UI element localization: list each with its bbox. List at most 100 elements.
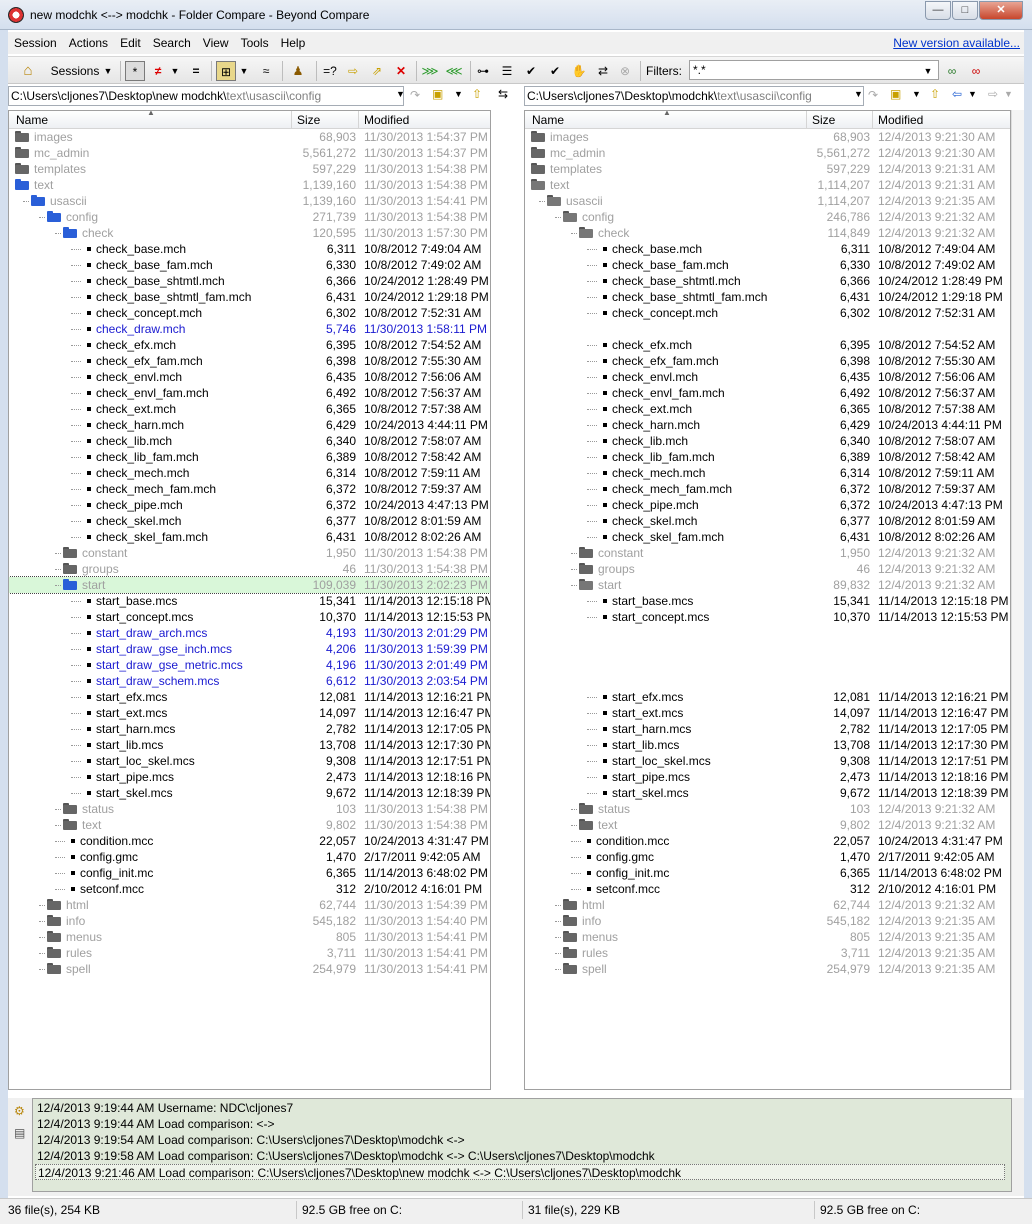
minor-icon[interactable]: ≈ (258, 61, 274, 81)
file-row[interactable]: check_skel.mch 6,377 10/8/2012 8:01:59 AM (9, 513, 490, 529)
menu-session[interactable]: Session (8, 32, 63, 50)
file-row[interactable]: start_efx.mcs 12,081 11/14/2013 12:16:21 P… (525, 689, 1010, 705)
file-row[interactable]: start_lib.mcs 13,708 11/14/2013 12:17:30 P… (9, 737, 490, 753)
folder-row[interactable]: html 62,744 12/4/2013 9:21:32 AM (525, 897, 1010, 913)
file-row[interactable]: start_draw_gse_inch.mcs 4,206 11/30/2013 1… (9, 641, 490, 657)
right-up-folder-icon[interactable]: ⇧ (930, 87, 940, 101)
copy-right-icon[interactable]: ⇨ (344, 61, 362, 81)
folder-row[interactable]: mc_admin 5,561,272 11/30/2013 1:54:37 PM (9, 145, 490, 161)
folder-row[interactable]: status 103 11/30/2013 1:54:38 PM (9, 801, 490, 817)
file-row[interactable]: check_envl_fam.mch 6,492 10/8/2012 7:56:37… (9, 385, 490, 401)
menu-edit[interactable]: Edit (114, 32, 147, 50)
file-row[interactable]: check_base_fam.mch 6,330 10/8/2012 7:49:02… (525, 257, 1010, 273)
right-browse-folder-icon[interactable]: ▣ (890, 87, 901, 101)
filters-input[interactable]: *.* (689, 60, 939, 80)
file-row[interactable]: start_harn.mcs 2,782 11/14/2013 12:17:05 P… (9, 721, 490, 737)
gear-icon[interactable]: ⚙ (14, 1104, 25, 1118)
file-row[interactable]: check_lib_fam.mch 6,389 10/8/2012 7:58:42 … (9, 449, 490, 465)
folder-row[interactable]: info 545,182 12/4/2013 9:21:35 AM (525, 913, 1010, 929)
folder-row[interactable]: config 271,739 11/30/2013 1:54:38 PM (9, 209, 490, 225)
file-row[interactable]: check_efx.mch 6,395 10/8/2012 7:54:52 AM (9, 337, 490, 353)
file-row[interactable]: check_pipe.mch 6,372 10/24/2013 4:47:13 PM (525, 497, 1010, 513)
chevron-down-icon[interactable]: ▼ (170, 61, 180, 81)
show-structure-icon[interactable]: ⊞ (216, 61, 236, 81)
file-row[interactable]: check_mech.mch 6,314 10/8/2012 7:59:11 AM (9, 465, 490, 481)
left-col-name[interactable]: Name (16, 113, 48, 127)
right-col-name[interactable]: Name (532, 113, 564, 127)
stop-icon[interactable]: ⊗ (616, 61, 634, 81)
folder-row[interactable]: constant 1,950 11/30/2013 1:54:38 PM (9, 545, 490, 561)
file-row[interactable]: start_loc_skel.mcs 9,308 11/14/2013 12:17:… (9, 753, 490, 769)
file-row[interactable]: check_skel_fam.mch 6,431 10/8/2012 8:02:26… (525, 529, 1010, 545)
minimize-button[interactable]: — (925, 1, 951, 20)
folder-row[interactable]: spell 254,979 11/30/2013 1:54:41 PM (9, 961, 490, 977)
swap-icon[interactable]: ⇄ (594, 61, 612, 81)
file-row[interactable]: start_loc_skel.mcs 9,308 11/14/2013 12:17:… (525, 753, 1010, 769)
file-row[interactable]: check_efx_fam.mch 6,398 10/8/2012 7:55:30 … (525, 353, 1010, 369)
move-icon[interactable]: ⇗ (368, 61, 386, 81)
file-row[interactable]: check_skel.mch 6,377 10/8/2012 8:01:59 AM (525, 513, 1010, 529)
swap-sides-icon[interactable]: ⇆ (498, 87, 508, 101)
file-row[interactable]: start_skel.mcs 9,672 11/14/2013 12:18:39 P… (525, 785, 1010, 801)
file-row[interactable]: check_base.mch 6,311 10/8/2012 7:49:04 AM (525, 241, 1010, 257)
show-diffs-icon[interactable]: ≠ (150, 61, 166, 81)
empty-row[interactable] (525, 673, 1010, 689)
chevron-down-icon[interactable]: ▼ (912, 89, 921, 99)
file-row[interactable]: start_ext.mcs 14,097 11/14/2013 12:16:47 P… (9, 705, 490, 721)
file-row[interactable]: check_mech_fam.mch 6,372 10/8/2012 7:59:37… (525, 481, 1010, 497)
file-row[interactable]: check_base_shtmtl.mch 6,366 10/24/2012 1:2… (9, 273, 490, 289)
file-row[interactable]: check_base.mch 6,311 10/8/2012 7:49:04 AM (9, 241, 490, 257)
folder-row[interactable]: images 68,903 12/4/2013 9:21:30 AM (525, 129, 1010, 145)
expand-icon[interactable]: ⊶ (474, 61, 492, 81)
compare-contents-icon[interactable]: =? (320, 61, 340, 81)
close-button[interactable]: ✕ (979, 1, 1023, 20)
left-col-modified[interactable]: Modified (364, 113, 409, 127)
empty-row[interactable] (525, 321, 1010, 337)
file-row[interactable]: check_ext.mch 6,365 10/8/2012 7:57:38 AM (9, 401, 490, 417)
empty-row[interactable] (525, 641, 1010, 657)
sessions-button[interactable]: Sessions (50, 61, 100, 81)
folder-row[interactable]: rules 3,711 11/30/2013 1:54:41 PM (9, 945, 490, 961)
file-row[interactable]: check_lib_fam.mch 6,389 10/8/2012 7:58:42 … (525, 449, 1010, 465)
folder-row[interactable]: menus 805 12/4/2013 9:21:35 AM (525, 929, 1010, 945)
file-row[interactable]: condition.mcc 22,057 10/24/2013 4:31:47 PM (525, 833, 1010, 849)
file-row[interactable]: check_envl_fam.mch 6,492 10/8/2012 7:56:37… (525, 385, 1010, 401)
right-col-size[interactable]: Size (812, 113, 835, 127)
right-go-icon[interactable]: ↷ (868, 88, 878, 102)
copy-to-left-icon[interactable]: ⋘ (444, 61, 464, 81)
file-row[interactable]: start_concept.mcs 10,370 11/14/2013 12:15:… (525, 609, 1010, 625)
chevron-down-icon[interactable]: ▼ (102, 61, 114, 81)
empty-row[interactable] (525, 657, 1010, 673)
glasses-off-icon[interactable]: ∞ (966, 61, 986, 81)
folder-row[interactable]: config 246,786 12/4/2013 9:21:32 AM (525, 209, 1010, 225)
menu-actions[interactable]: Actions (63, 32, 114, 50)
menu-help[interactable]: Help (275, 32, 312, 50)
file-row[interactable]: setconf.mcc 312 2/10/2012 4:16:01 PM (525, 881, 1010, 897)
file-row[interactable]: check_efx_fam.mch 6,398 10/8/2012 7:55:30 … (9, 353, 490, 369)
show-all-icon[interactable]: * (125, 61, 145, 81)
vertical-scrollbar[interactable] (1011, 110, 1024, 1090)
file-row[interactable]: start_draw_gse_metric.mcs 4,196 11/30/2013… (9, 657, 490, 673)
file-row[interactable]: setconf.mcc 312 2/10/2012 4:16:01 PM (9, 881, 490, 897)
show-same-icon[interactable]: = (188, 61, 204, 81)
menu-view[interactable]: View (197, 32, 235, 50)
folder-row[interactable]: usascii 1,114,207 12/4/2013 9:21:35 AM (525, 193, 1010, 209)
file-row[interactable]: start_efx.mcs 12,081 11/14/2013 12:16:21 P… (9, 689, 490, 705)
file-row[interactable]: config_init.mc 6,365 11/14/2013 6:48:02 PM (525, 865, 1010, 881)
file-row[interactable]: start_base.mcs 15,341 11/14/2013 12:15:18 … (525, 593, 1010, 609)
file-row[interactable]: condition.mcc 22,057 10/24/2013 4:31:47 PM (9, 833, 490, 849)
select-icon[interactable]: ✔ (522, 61, 540, 81)
right-path-dropdown-icon[interactable]: ▼ (854, 89, 863, 99)
file-row[interactable]: start_harn.mcs 2,782 11/14/2013 12:17:05 P… (525, 721, 1010, 737)
file-row[interactable]: start_pipe.mcs 2,473 11/14/2013 12:18:16 P… (9, 769, 490, 785)
file-row[interactable]: check_base_shtmtl_fam.mch 6,431 10/24/2012… (9, 289, 490, 305)
folder-row[interactable]: groups 46 12/4/2013 9:21:32 AM (525, 561, 1010, 577)
file-row[interactable]: start_skel.mcs 9,672 11/14/2013 12:18:39 P… (9, 785, 490, 801)
file-row[interactable]: start_ext.mcs 14,097 11/14/2013 12:16:47 P… (525, 705, 1010, 721)
folder-row[interactable]: html 62,744 11/30/2013 1:54:39 PM (9, 897, 490, 913)
glasses-icon[interactable]: ∞ (942, 61, 962, 81)
chevron-down-icon[interactable]: ▼ (454, 89, 463, 99)
file-row[interactable]: start_lib.mcs 13,708 11/14/2013 12:17:30 P… (525, 737, 1010, 753)
chevron-down-icon[interactable]: ▼ (1004, 89, 1013, 99)
folder-row[interactable]: start 89,832 12/4/2013 9:21:32 AM (525, 577, 1010, 593)
